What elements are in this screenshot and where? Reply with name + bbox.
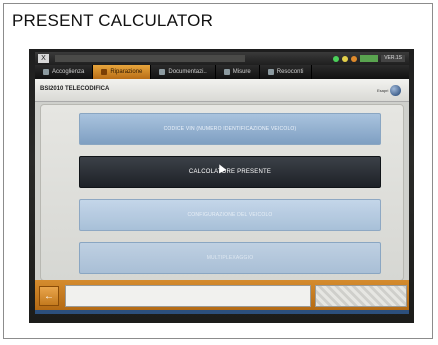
message-field	[65, 285, 311, 307]
screen-photo: X VER.1S Accoglienza Riparazione Documen…	[29, 49, 414, 323]
tab-label: Resoconti	[276, 69, 304, 75]
figure-frame: PRESENT CALCULATOR X VER.1S Accoglienza	[3, 3, 433, 339]
os-title-bar: X VER.1S	[35, 52, 409, 65]
menu-panel: CODICE VIN (NUMERO IDENTIFICAZIONE VEICO…	[40, 104, 404, 281]
tab-documentazione[interactable]: Documentazi..	[151, 65, 216, 79]
status-orange-icon	[351, 55, 358, 62]
wrench-icon	[101, 69, 108, 75]
battery-icon	[360, 55, 379, 62]
tab-label: Misure	[232, 69, 251, 75]
windows-taskbar	[35, 310, 409, 314]
page-title: BSI2010 TELECODIFICA	[40, 86, 110, 92]
status-yellow-icon	[342, 55, 349, 62]
tab-misure[interactable]: Misure	[216, 65, 260, 79]
window-title-strip	[55, 55, 245, 62]
tab-label: Riparazione	[110, 69, 143, 75]
version-label: VER.1S	[381, 55, 405, 62]
app-logo-icon: X	[38, 54, 49, 63]
menu-item-label: CODICE VIN (NUMERO IDENTIFICAZIONE VEICO…	[163, 126, 297, 132]
book-icon	[159, 69, 166, 75]
tab-label: Documentazi..	[168, 69, 207, 75]
tab-label: Accoglienza	[52, 69, 85, 75]
menu-item-label: MULTIPLEXAGGIO	[206, 255, 254, 261]
status-green-icon	[333, 55, 340, 62]
back-arrow-icon: ←	[44, 290, 54, 302]
tab-riparazione[interactable]: Riparazione	[93, 65, 152, 79]
menu-item-label: CONFIGURAZIONE DEL VEICOLO	[187, 212, 273, 218]
menu-item-multiplexing[interactable]: MULTIPLEXAGGIO	[79, 242, 381, 274]
exit-icon	[390, 84, 401, 96]
figure-caption: PRESENT CALCULATOR	[12, 11, 214, 30]
menu-item-label: CALCOLATORE PRESENTE	[188, 169, 272, 175]
menu-item-vin-code[interactable]: CODICE VIN (NUMERO IDENTIFICAZIONE VEICO…	[79, 113, 381, 145]
menu-item-present-calculator[interactable]: CALCOLATORE PRESENTE	[79, 156, 381, 188]
tab-resoconti[interactable]: Resoconti	[260, 65, 313, 79]
menu-item-vehicle-configuration[interactable]: CONFIGURAZIONE DEL VEICOLO	[79, 199, 381, 231]
footer-bar: ←	[35, 280, 409, 310]
exit-button[interactable]: Esapri	[377, 83, 401, 97]
home-icon	[43, 69, 49, 75]
back-button[interactable]: ←	[39, 286, 59, 306]
report-icon	[267, 69, 274, 75]
gauge-icon	[223, 69, 230, 75]
main-tabs: Accoglienza Riparazione Documentazi.. Mi…	[35, 65, 409, 79]
progress-area	[315, 285, 407, 307]
status-indicators: VER.1S	[333, 55, 409, 62]
exit-label: Esapri	[377, 87, 389, 93]
diagnostic-screen: X VER.1S Accoglienza Riparazione Documen…	[35, 52, 409, 314]
page-header: BSI2010 TELECODIFICA Esapri	[35, 79, 409, 102]
tab-accoglienza[interactable]: Accoglienza	[35, 65, 94, 79]
